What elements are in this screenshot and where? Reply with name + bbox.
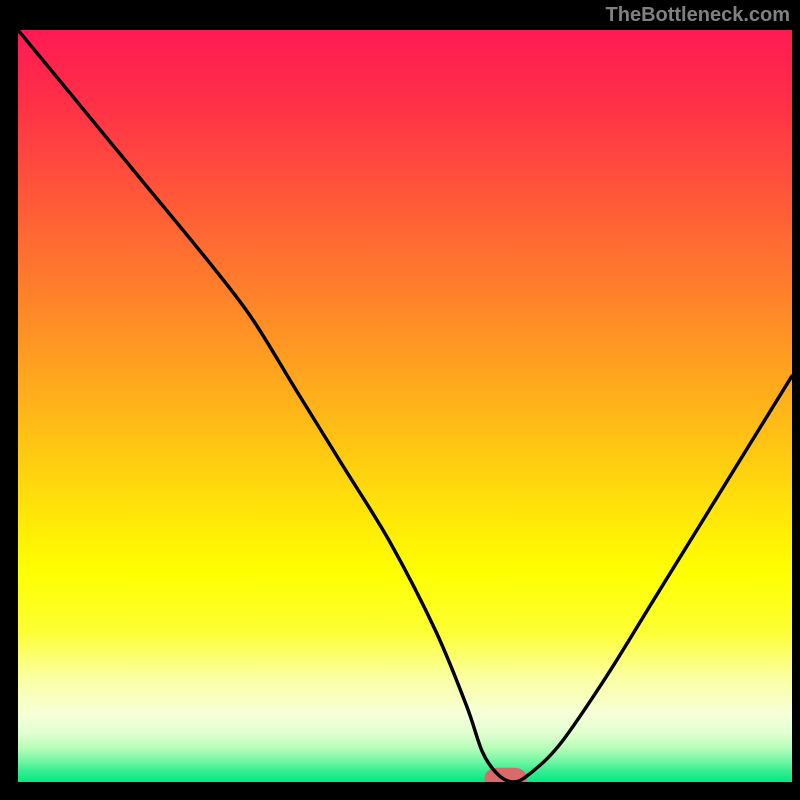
chart-frame: TheBottleneck.com	[0, 0, 800, 800]
gradient-backdrop	[18, 30, 792, 782]
bottleneck-chart	[18, 30, 792, 782]
attribution-watermark: TheBottleneck.com	[606, 4, 790, 27]
plot-area	[18, 30, 792, 782]
